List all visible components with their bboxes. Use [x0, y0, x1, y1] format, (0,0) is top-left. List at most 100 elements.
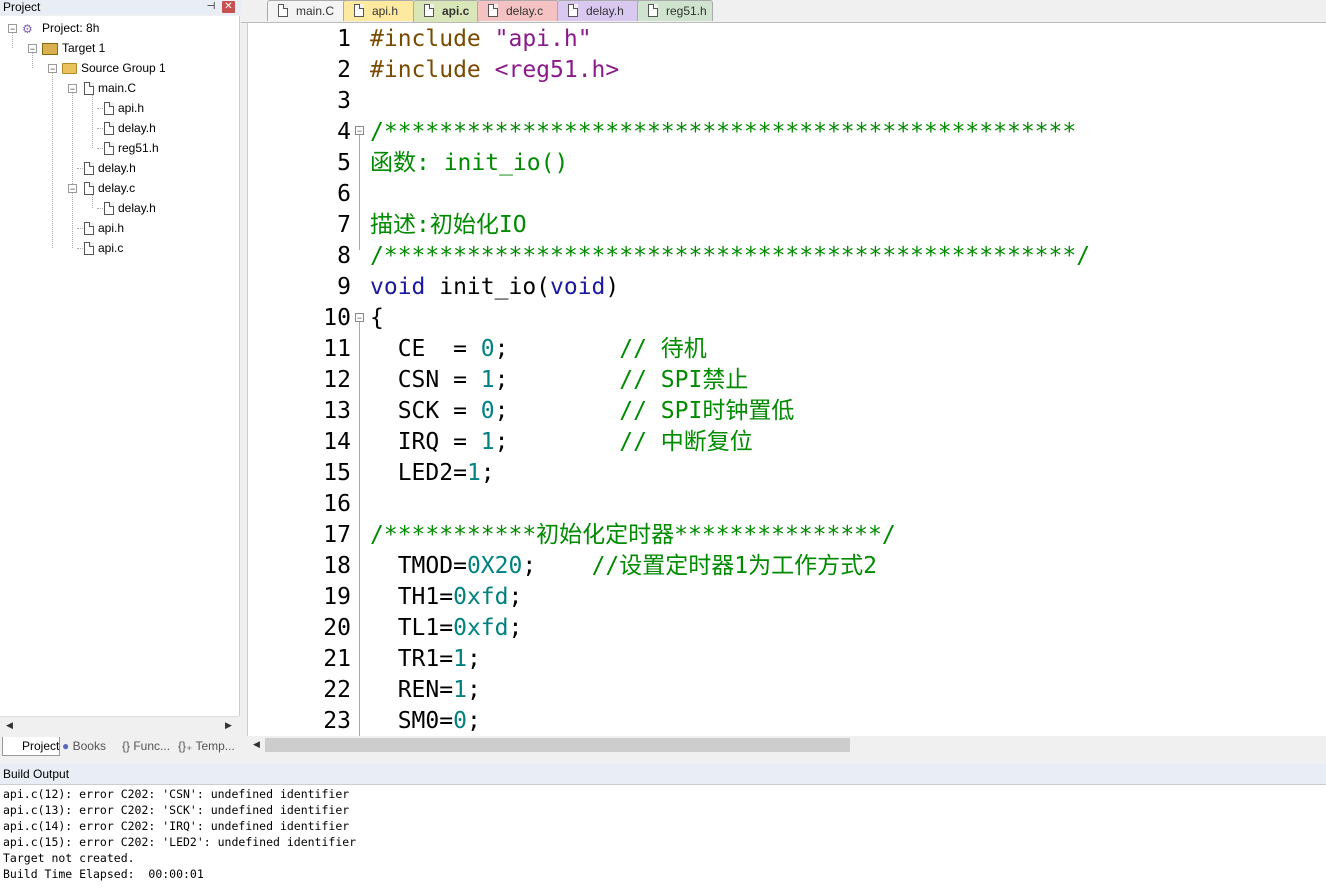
code-line[interactable]: SCK = 0; // SPI时钟置低 — [370, 396, 795, 427]
tree-node-source-group[interactable]: Source Group 1 — [62, 58, 166, 78]
tab-books[interactable]: ● Books — [62, 737, 118, 756]
fold-toggle-icon[interactable]: − — [355, 126, 364, 136]
code-line[interactable]: TMOD=0X20; //设置定时器1为工作方式2 — [370, 551, 877, 582]
scroll-left-arrow-icon[interactable]: ◀ — [249, 737, 264, 752]
tree-node-file[interactable]: api.h — [84, 218, 124, 238]
line-number: 5 — [337, 150, 351, 176]
tree-node-label: Source Group 1 — [81, 61, 166, 75]
tree-node-project[interactable]: ⚙ Project: 8h — [22, 18, 99, 38]
tab-label: api.c — [442, 4, 470, 18]
tree-node-file[interactable]: delay.h — [104, 198, 156, 218]
build-output-title-text: Build Output — [3, 767, 70, 781]
tab-functions[interactable]: {} Func... — [122, 737, 176, 756]
tree-expander-target[interactable]: − — [28, 44, 37, 54]
code-line[interactable]: /***************************************… — [370, 241, 1090, 272]
pin-icon[interactable]: ⊣ — [205, 1, 217, 13]
file-icon — [84, 162, 94, 176]
tree-node-label: delay.h — [118, 201, 156, 215]
editor-tab-reg51-h[interactable]: reg51.h — [637, 0, 713, 21]
tree-node-label: Target 1 — [62, 41, 106, 55]
line-number: 2 — [337, 57, 351, 83]
fold-toggle-icon[interactable]: − — [355, 313, 364, 323]
code-line[interactable]: LED2=1; — [370, 458, 495, 489]
build-output-line: api.c(15): error C202: 'LED2': undefined… — [3, 835, 357, 849]
tree-expander-group[interactable]: − — [48, 64, 57, 74]
tree-node-label: delay.c — [98, 181, 136, 195]
line-number: 22 — [323, 677, 351, 703]
tree-node-label: Project: 8h — [42, 21, 100, 35]
folder-icon — [62, 63, 77, 75]
project-panel-tabs: Project ● Books {} Func... {}₊ Temp... — [0, 736, 241, 758]
tab-label: {}₊ Temp... — [178, 739, 235, 753]
tree-node-label: main.C — [98, 81, 137, 95]
tree-node-file[interactable]: delay.h — [84, 158, 136, 178]
build-output-line: api.c(12): error C202: 'CSN': undefined … — [3, 787, 350, 801]
code-line[interactable]: #include "api.h" — [370, 24, 592, 55]
line-number: 19 — [323, 584, 351, 610]
tab-label: api.h — [372, 4, 399, 18]
build-output-title: Build Output — [0, 764, 1326, 784]
project-tree-scrollbar[interactable]: ◀ ▶ — [0, 716, 239, 734]
tab-label: main.C — [296, 4, 335, 18]
code-line[interactable]: void init_io(void) — [370, 272, 619, 303]
project-panel-titlebar: Project ⊣ ✕ — [0, 0, 241, 15]
code-line[interactable]: /***********初始化定时器***************/ — [370, 520, 896, 551]
code-editor[interactable]: 1 2 3 4 5 6 7 8 9 10 11 12 13 14 15 16 17 18 19 20 21 22 23 − … — [247, 23, 1326, 736]
editor-tab-bar: main.C api.h api.c delay.c delay.h reg51… — [241, 0, 1326, 23]
tab-templates[interactable]: {}₊ Temp... — [178, 737, 238, 756]
tree-expander-delay-c[interactable]: − — [68, 184, 77, 194]
line-number: 3 — [337, 88, 351, 114]
tree-node-label: api.h — [98, 221, 125, 235]
code-line[interactable]: CSN = 1; // SPI禁止 — [370, 365, 749, 396]
tree-node-file[interactable]: delay.h — [104, 118, 156, 138]
code-line[interactable]: IRQ = 1; // 中断复位 — [370, 427, 753, 458]
tree-expander-project[interactable]: − — [8, 24, 17, 34]
code-line[interactable]: CE = 0; // 待机 — [370, 334, 707, 365]
tree-node-file[interactable]: reg51.h — [104, 138, 159, 158]
line-number-gutter: 1 2 3 4 5 6 7 8 9 10 11 12 13 14 15 16 17 18 19 20 21 22 23 — [248, 23, 358, 736]
tab-label: {} Func... — [122, 739, 171, 753]
code-line[interactable]: TH1=0xfd; — [370, 582, 523, 613]
code-line[interactable]: 函数: init_io() — [370, 148, 568, 179]
scroll-thumb[interactable] — [265, 738, 850, 752]
tree-expander-main-c[interactable]: − — [68, 84, 77, 94]
tab-project[interactable]: Project — [2, 737, 60, 756]
file-icon — [104, 102, 114, 116]
line-number: 4 — [337, 119, 351, 145]
close-icon[interactable]: ✕ — [222, 1, 235, 13]
tree-node-file[interactable]: api.h — [104, 98, 144, 118]
line-number: 8 — [337, 243, 351, 269]
editor-horizontal-scrollbar[interactable]: ◀ — [247, 736, 1326, 754]
code-line[interactable]: 描述:初始化IO — [370, 210, 527, 241]
books-icon: ● — [62, 739, 70, 753]
code-line[interactable]: { — [370, 303, 384, 334]
tab-label: reg51.h — [666, 4, 707, 18]
editor-tab-api-c[interactable]: api.c — [413, 0, 479, 22]
tree-node-file[interactable]: api.c — [84, 238, 123, 258]
code-line[interactable]: #include <reg51.h> — [370, 55, 619, 86]
build-output-panel[interactable]: api.c(12): error C202: 'CSN': undefined … — [0, 784, 1326, 895]
tab-label: Project — [22, 739, 60, 753]
code-line[interactable]: TL1=0xfd; — [370, 613, 523, 644]
line-number: 11 — [323, 336, 351, 362]
file-icon — [104, 202, 114, 216]
code-line[interactable]: SM0=0; — [370, 706, 481, 736]
code-line[interactable]: REN=1; — [370, 675, 481, 706]
code-line[interactable]: /***************************************… — [370, 117, 1076, 148]
file-icon — [424, 4, 434, 17]
line-number: 20 — [323, 615, 351, 641]
tree-node-main-c[interactable]: main.C — [84, 78, 136, 98]
code-line[interactable]: TR1=1; — [370, 644, 481, 675]
editor-tab-delay-h[interactable]: delay.h — [557, 0, 641, 21]
line-number: 6 — [337, 181, 351, 207]
editor-tab-delay-c[interactable]: delay.c — [477, 0, 559, 21]
editor-tab-api-h[interactable]: api.h — [343, 0, 415, 21]
line-number: 23 — [323, 708, 351, 734]
tree-node-target[interactable]: Target 1 — [42, 38, 105, 58]
tree-node-delay-c[interactable]: delay.c — [84, 178, 135, 198]
line-number: 12 — [323, 367, 351, 393]
scroll-left-arrow-icon[interactable]: ◀ — [2, 718, 17, 733]
scroll-right-arrow-icon[interactable]: ▶ — [221, 718, 236, 733]
line-number: 10 — [323, 305, 351, 331]
file-icon — [84, 222, 94, 236]
